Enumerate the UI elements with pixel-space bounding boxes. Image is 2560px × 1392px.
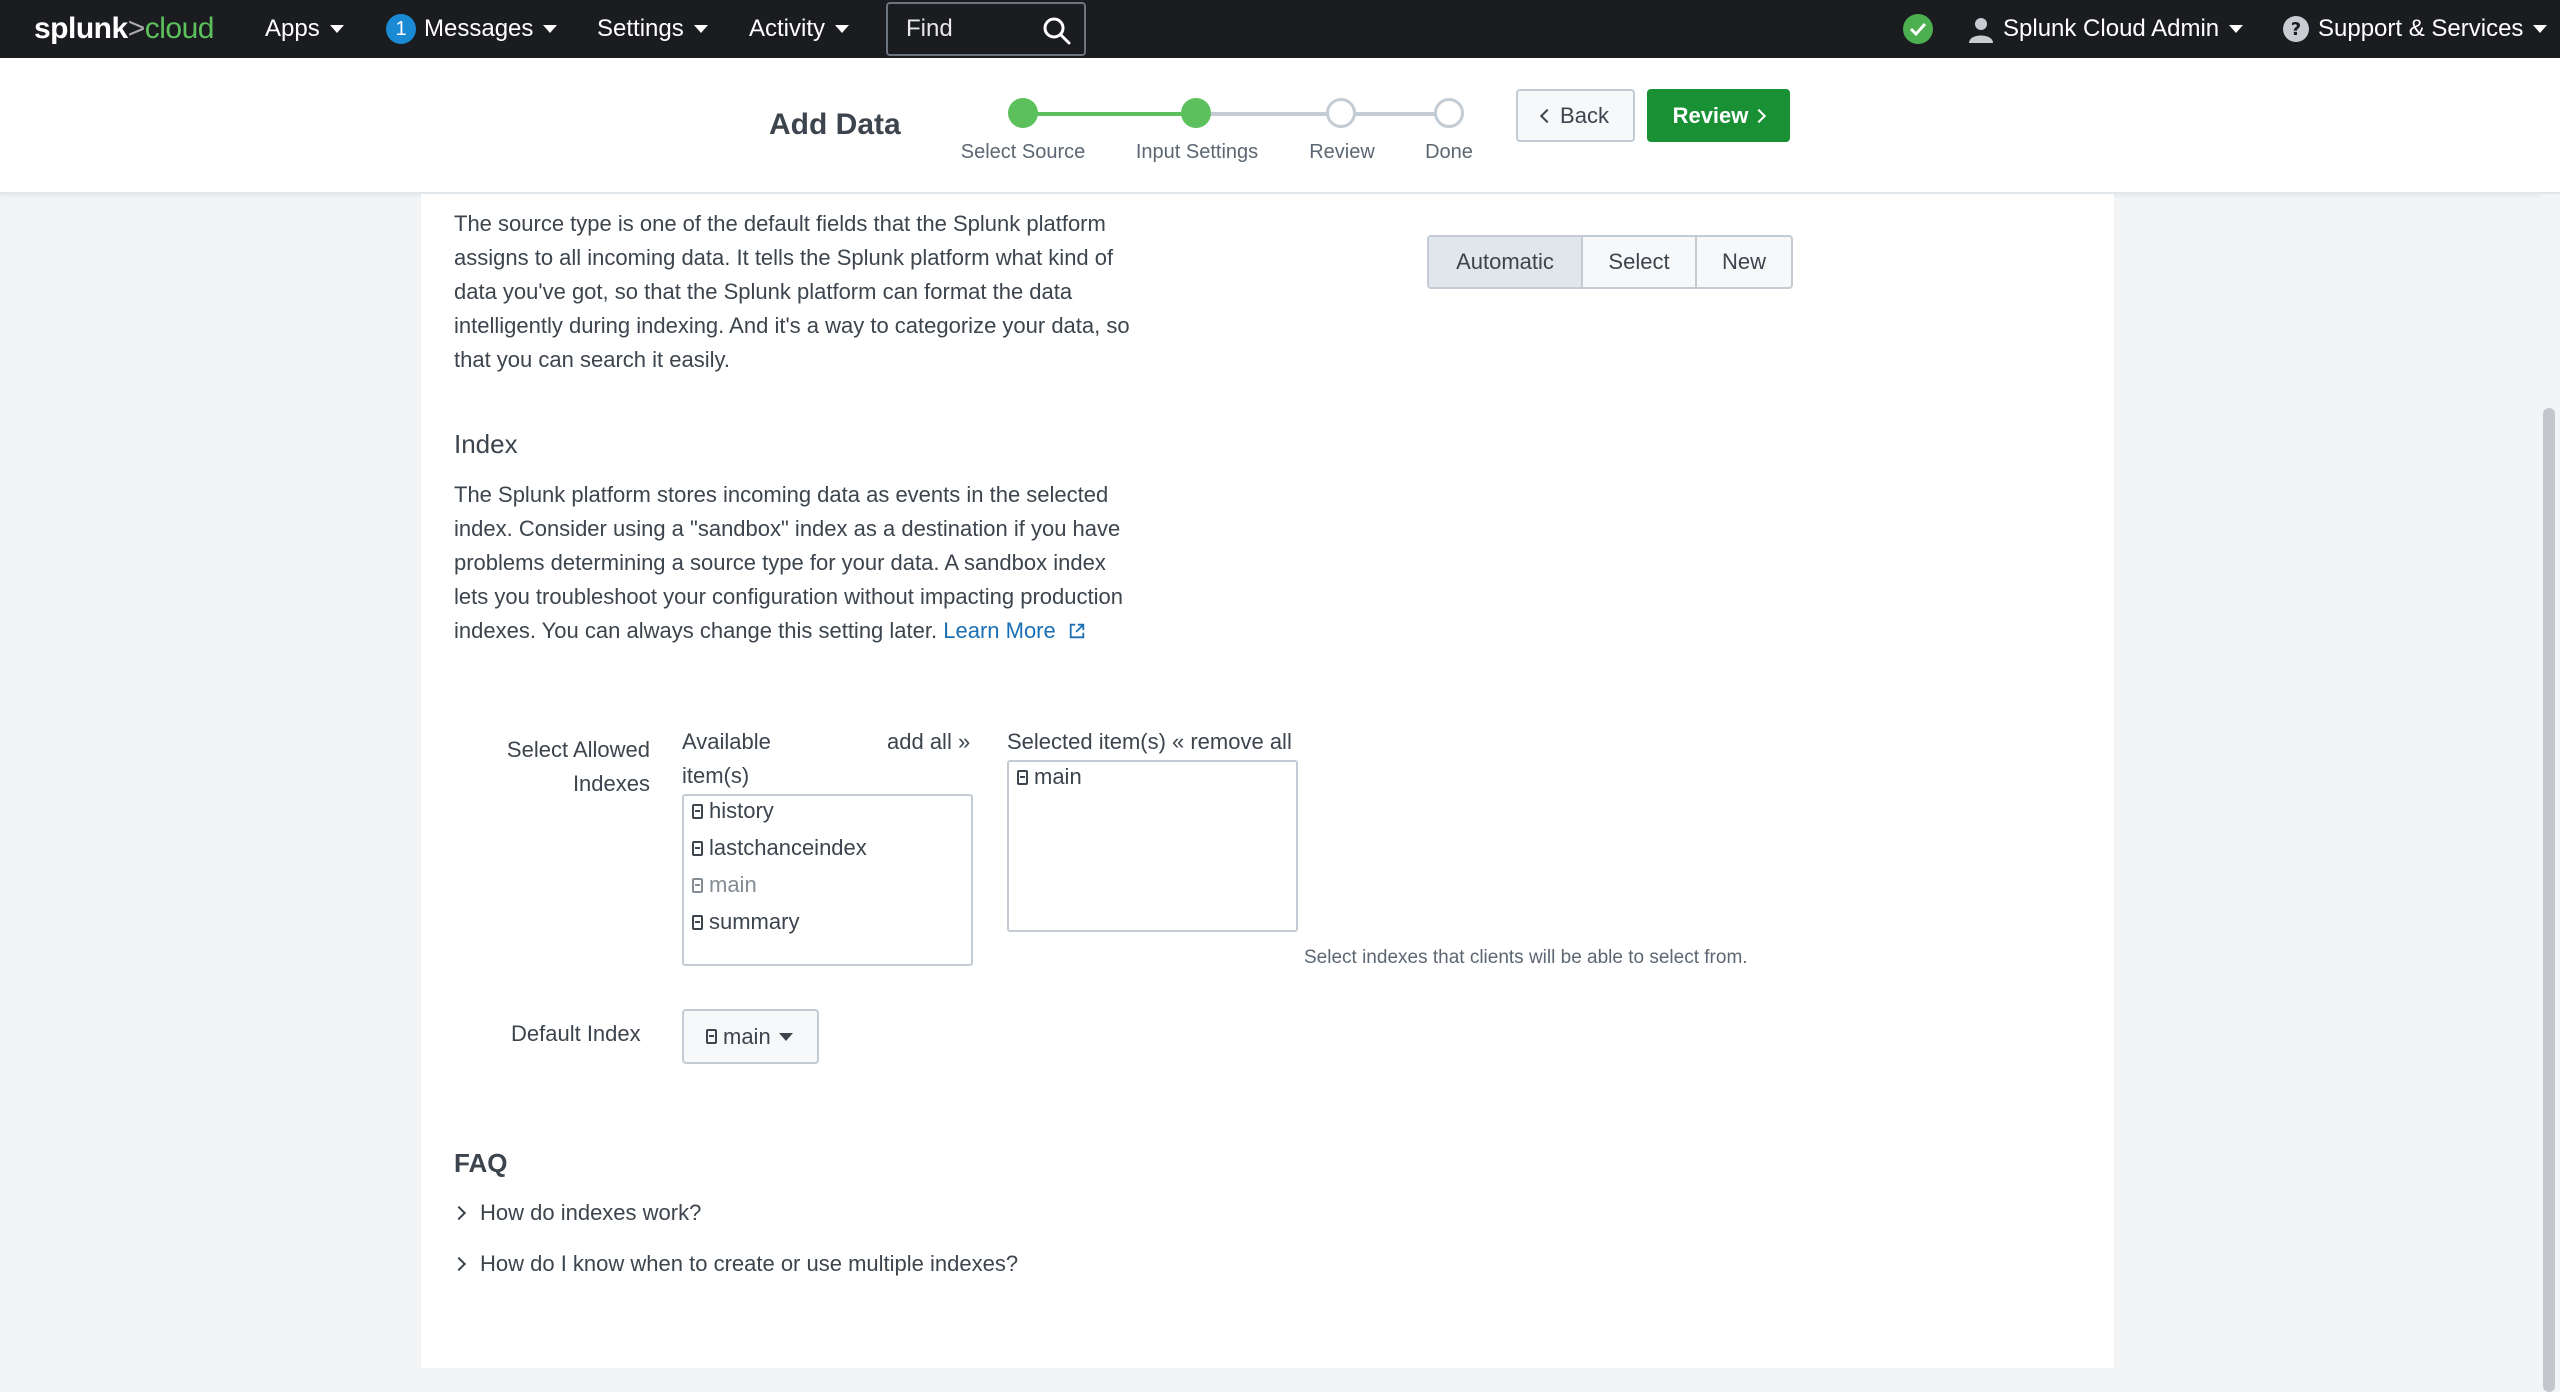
chevron-right-icon [1752,108,1767,123]
chevron-left-icon [1539,108,1555,123]
messages-menu[interactable]: 1 Messages [386,0,558,58]
caret-down-icon [2533,25,2548,33]
list-item-main-disabled: main [692,872,757,898]
activity-menu[interactable]: Activity [749,0,850,58]
database-icon [1017,769,1028,785]
database-icon [692,840,703,856]
faq-item-multiple-indexes[interactable]: How do I know when to create or use mult… [451,1251,1019,1277]
list-item-label: lastchanceindex [709,835,867,860]
list-item-label: main [1034,764,1082,789]
list-item-lastchanceindex[interactable]: lastchanceindex [692,835,867,861]
logo-product: cloud [144,12,215,45]
available-indexes-list[interactable]: history lastchanceindex main summary [682,794,973,966]
page-title: Add Data [769,108,901,141]
step-label-input-settings: Input Settings [1135,141,1259,163]
checkmark-icon [1909,22,1927,37]
learn-more-label: Learn More [943,618,1056,643]
index-description: The Splunk platform stores incoming data… [454,478,1134,648]
sourcetype-new-option[interactable]: New [1697,237,1791,287]
support-menu[interactable]: ? Support & Services [2282,0,2548,58]
selected-indexes-list[interactable]: main [1007,760,1298,932]
database-icon [706,1029,717,1044]
list-item-summary[interactable]: summary [692,909,799,935]
messages-menu-label: Messages [424,15,534,42]
allowed-indexes-help-text: Select indexes that clients will be able… [1304,947,1748,968]
caret-down-icon [329,25,344,33]
top-navigation-bar: splunk>cloud Apps 1 Messages Settings Ac… [0,0,2560,58]
sourcetype-select-option[interactable]: Select [1583,237,1697,287]
database-icon [692,803,703,819]
faq-item-label: How do indexes work? [480,1200,702,1225]
step-label-review: Review [1309,141,1375,163]
external-link-icon [1069,623,1085,639]
logo-separator: > [127,12,146,45]
find-placeholder: Find [906,15,953,42]
user-icon [1969,18,1993,43]
back-button-label: Back [1560,102,1609,128]
user-menu[interactable]: Splunk Cloud Admin [1967,0,2244,58]
faq-item-label: How do I know when to create or use mult… [480,1251,1019,1276]
find-search-input[interactable]: Find [886,2,1086,56]
caret-down-icon [835,25,850,33]
database-icon [692,877,703,893]
health-status-icon[interactable] [1903,14,1933,44]
step-dot-review [1326,98,1356,128]
default-index-label: Default Index [511,1021,641,1046]
user-menu-label: Splunk Cloud Admin [2003,15,2220,42]
list-item-label: main [709,872,757,897]
apps-menu-label: Apps [265,15,320,42]
faq-item-how-indexes-work[interactable]: How do indexes work? [451,1200,702,1226]
learn-more-link[interactable]: Learn More [943,618,1086,643]
select-allowed-indexes-label: Select Allowed Indexes [506,737,650,796]
selected-item-main[interactable]: main [1017,764,1082,790]
review-button-label: Review [1672,102,1749,128]
messages-count-badge: 1 [386,14,416,44]
sourcetype-description: The source type is one of the default fi… [454,211,1130,372]
step-connector-pending [1196,112,1446,116]
sourcetype-automatic-option[interactable]: Automatic [1429,237,1583,287]
settings-menu-label: Settings [597,15,684,42]
default-index-dropdown[interactable]: main [682,1009,819,1064]
chevron-right-icon [451,1205,467,1221]
add-data-header: Add Data Select Source Input Settings Re… [0,58,2560,194]
back-button[interactable]: Back [1516,89,1635,142]
list-item-history[interactable]: history [692,798,774,824]
logo-brand: splunk [34,12,128,45]
caret-down-icon [778,1032,793,1041]
help-icon: ? [2283,16,2309,42]
caret-down-icon [693,25,708,33]
index-heading: Index [454,429,518,459]
faq-heading: FAQ [454,1148,508,1178]
page-scrollbar-thumb[interactable] [2543,408,2555,1392]
review-button[interactable]: Review [1647,89,1790,142]
default-index-value: main [723,1023,771,1049]
step-label-done: Done [1425,141,1473,163]
step-dot-select-source [1008,98,1038,128]
step-connector-complete [1022,112,1196,116]
chevron-right-icon [451,1256,467,1272]
apps-menu[interactable]: Apps [265,0,344,58]
list-item-label: history [709,798,774,823]
splunk-cloud-logo[interactable]: splunk>cloud [34,12,214,46]
sourcetype-segmented-control: Automatic Select New [1427,235,1793,289]
support-menu-label: Support & Services [2318,15,2524,42]
caret-down-icon [543,25,558,33]
step-dot-done [1434,98,1464,128]
add-all-link[interactable]: add all » [887,725,970,759]
settings-menu[interactable]: Settings [597,0,708,58]
remove-all-link[interactable]: « remove all [1172,725,1292,759]
step-dot-input-settings [1181,98,1211,128]
selected-items-label: Selected item(s) [1007,729,1166,754]
svg-text:?: ? [2291,19,2301,40]
caret-down-icon [2229,25,2244,33]
list-item-label: summary [709,909,800,934]
search-icon[interactable] [1042,16,1072,46]
activity-menu-label: Activity [749,15,826,42]
step-label-select-source: Select Source [960,141,1086,163]
available-items-label: Available item(s) [682,729,771,788]
database-icon [692,914,703,930]
